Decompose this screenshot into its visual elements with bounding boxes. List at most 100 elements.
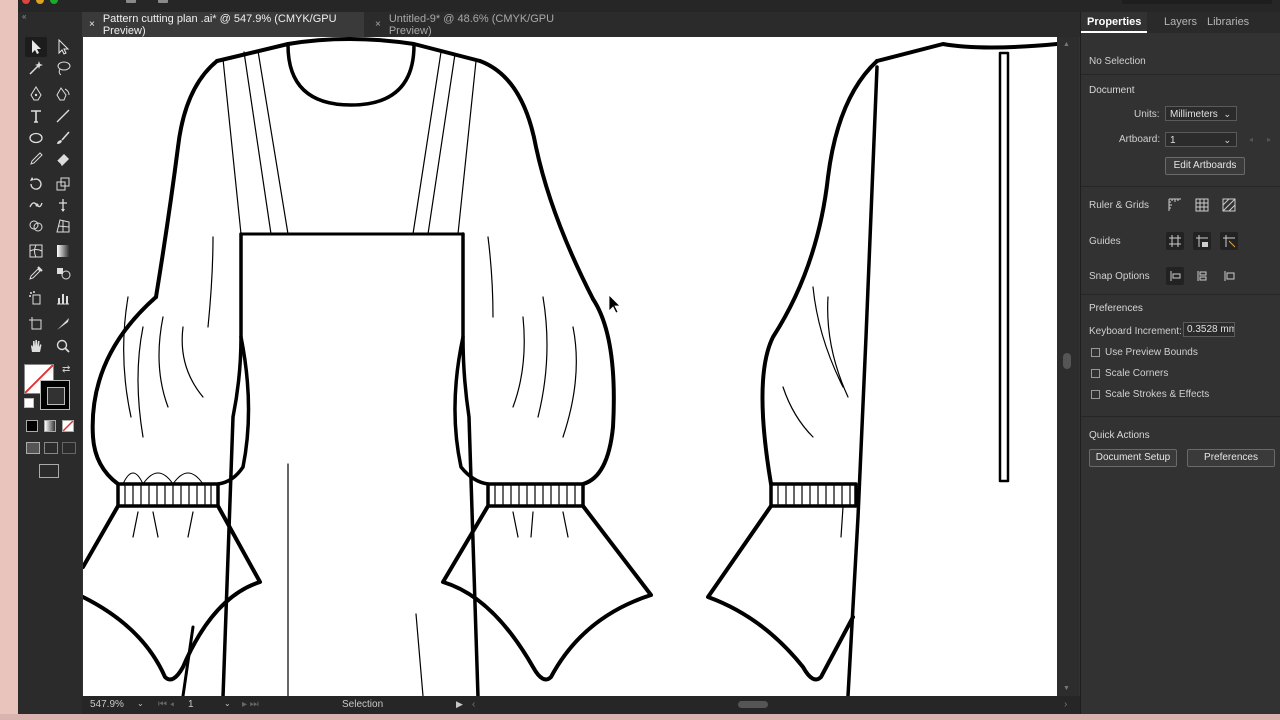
artboard-canvas[interactable] (83, 37, 1057, 696)
close-tab-icon[interactable]: × (375, 19, 381, 30)
eyedropper-tool-icon[interactable] (25, 263, 47, 283)
illustrator-window: « ⇄ × Pattern cutting plan .ai* @ 547.9%… (18, 0, 1280, 714)
snap-to-glyph-icon[interactable] (1220, 267, 1238, 285)
lock-guides-icon[interactable] (1193, 232, 1211, 250)
gradient-mode-icon[interactable] (44, 420, 56, 432)
tab-untitled-9[interactable]: × Untitled-9* @ 48.6% (CMYK/GPU Preview) (368, 12, 598, 37)
scroll-up-icon[interactable]: ▲ (1063, 41, 1070, 48)
tab-layers[interactable]: Layers (1164, 12, 1197, 33)
artboard-number[interactable]: 1 (188, 699, 194, 710)
units-select[interactable]: Millimeters ⌄ (1165, 106, 1237, 121)
artboard-label: Artboard: (1119, 134, 1161, 145)
units-label: Units: (1134, 109, 1160, 120)
horizontal-scroll-thumb[interactable] (738, 701, 768, 708)
mesh-tool-icon[interactable] (25, 241, 47, 261)
edit-artboards-button[interactable]: Edit Artboards (1165, 157, 1245, 175)
scale-corners-checkbox[interactable] (1091, 369, 1100, 378)
perspective-grid-tool-icon[interactable] (52, 216, 74, 236)
maximize-window-icon[interactable] (50, 0, 58, 4)
tab-libraries[interactable]: Libraries (1207, 12, 1249, 33)
color-mode-icon[interactable] (26, 420, 38, 432)
tab-label: Pattern cutting plan .ai* @ 547.9% (CMYK… (102, 12, 337, 37)
minimize-window-icon[interactable] (36, 0, 44, 4)
scale-tool-icon[interactable] (52, 174, 74, 194)
hand-tool-icon[interactable] (25, 336, 47, 356)
zoom-tool-icon[interactable] (52, 336, 74, 356)
home-icon[interactable] (126, 0, 136, 3)
show-guides-icon[interactable] (1166, 232, 1184, 250)
quick-actions-heading: Quick Actions (1089, 430, 1150, 441)
grid-icon[interactable] (1193, 196, 1211, 214)
next-artboard-icon[interactable]: ▸ ⏭ (242, 699, 259, 710)
preferences-button[interactable]: Preferences (1187, 449, 1275, 467)
status-menu-icon[interactable]: ▶ (456, 699, 463, 710)
draw-inside-icon[interactable] (62, 442, 76, 454)
ellipse-tool-icon[interactable] (25, 128, 47, 148)
tab-properties[interactable]: Properties (1081, 12, 1148, 33)
scroll-down-icon[interactable]: ▼ (1063, 685, 1070, 692)
screen-mode-icon[interactable] (39, 464, 59, 478)
draw-normal-icon[interactable] (26, 442, 40, 454)
artboard-dropdown-icon[interactable]: ⌄ (224, 699, 231, 708)
close-tab-icon[interactable]: × (89, 19, 95, 30)
scroll-thumb[interactable] (1063, 353, 1071, 369)
scale-strokes-label: Scale Strokes & Effects (1105, 389, 1210, 400)
collapse-panel-icon[interactable]: « (22, 12, 26, 21)
panel-tabs: Properties Layers Libraries (1081, 12, 1280, 33)
slice-tool-icon[interactable] (52, 314, 74, 334)
tab-pattern-cutting-plan[interactable]: × Pattern cutting plan .ai* @ 547.9% (CM… (82, 12, 364, 37)
shape-builder-tool-icon[interactable] (25, 216, 47, 236)
scale-corners-label: Scale Corners (1105, 368, 1169, 379)
line-segment-tool-icon[interactable] (52, 106, 74, 126)
free-transform-tool-icon[interactable] (52, 195, 74, 215)
lasso-tool-icon[interactable] (52, 58, 74, 78)
artboard-select[interactable]: 1 ⌄ (1165, 132, 1237, 147)
direct-selection-tool-icon[interactable] (52, 37, 74, 57)
selection-tool-icon[interactable] (25, 37, 47, 57)
document-setup-button[interactable]: Document Setup (1089, 449, 1177, 467)
keyboard-increment-input[interactable]: 0.3528 mm (1183, 322, 1235, 337)
guides-label: Guides (1089, 236, 1121, 247)
draw-behind-icon[interactable] (44, 442, 58, 454)
scroll-left-icon[interactable]: ‹ (472, 699, 475, 710)
next-artboard-icon[interactable]: ▸ (1267, 135, 1271, 144)
snap-options-label: Snap Options (1089, 271, 1150, 282)
zoom-level[interactable]: 547.9% (90, 699, 124, 710)
pencil-tool-icon[interactable] (25, 149, 47, 169)
zoom-dropdown-icon[interactable]: ⌄ (137, 699, 144, 708)
scale-strokes-checkbox[interactable] (1091, 390, 1100, 399)
snap-to-point-icon[interactable] (1166, 267, 1184, 285)
artboard-tool-icon[interactable] (25, 314, 47, 334)
close-window-icon[interactable] (22, 0, 30, 4)
first-artboard-icon[interactable]: ⏮ ◂ (158, 699, 174, 710)
workspace-icon[interactable] (158, 0, 168, 3)
ruler-icon[interactable] (1166, 196, 1184, 214)
properties-panel: Properties Layers Libraries No Selection… (1080, 12, 1280, 714)
scroll-right-icon[interactable]: › (1064, 699, 1067, 710)
transparency-grid-icon[interactable] (1220, 196, 1238, 214)
eraser-tool-icon[interactable] (52, 149, 74, 169)
smart-guides-icon[interactable] (1220, 232, 1238, 250)
blend-tool-icon[interactable] (52, 263, 74, 283)
pen-tool-icon[interactable] (25, 84, 47, 104)
swap-fill-stroke-icon[interactable]: ⇄ (62, 364, 70, 375)
type-tool-icon[interactable] (25, 106, 47, 126)
gradient-tool-icon[interactable] (52, 241, 74, 261)
column-graph-tool-icon[interactable] (52, 288, 74, 308)
preferences-heading: Preferences (1089, 303, 1143, 314)
default-fill-stroke-icon[interactable] (24, 398, 34, 408)
paintbrush-tool-icon[interactable] (52, 128, 74, 148)
rotate-tool-icon[interactable] (25, 174, 47, 194)
puppet-warp-tool-icon[interactable] (25, 195, 47, 215)
use-preview-bounds-checkbox[interactable] (1091, 348, 1100, 357)
keyboard-increment-label: Keyboard Increment: (1089, 326, 1182, 337)
search-field[interactable] (1122, 0, 1272, 4)
magic-wand-tool-icon[interactable] (25, 58, 47, 78)
stroke-swatch[interactable] (40, 380, 70, 410)
vertical-scrollbar[interactable]: ▲ ▼ (1057, 37, 1079, 696)
symbol-sprayer-tool-icon[interactable] (25, 288, 47, 308)
curvature-tool-icon[interactable] (52, 84, 74, 104)
none-mode-icon[interactable] (62, 420, 74, 432)
prev-artboard-icon[interactable]: ◂ (1249, 135, 1253, 144)
snap-to-pixel-icon[interactable] (1193, 267, 1211, 285)
